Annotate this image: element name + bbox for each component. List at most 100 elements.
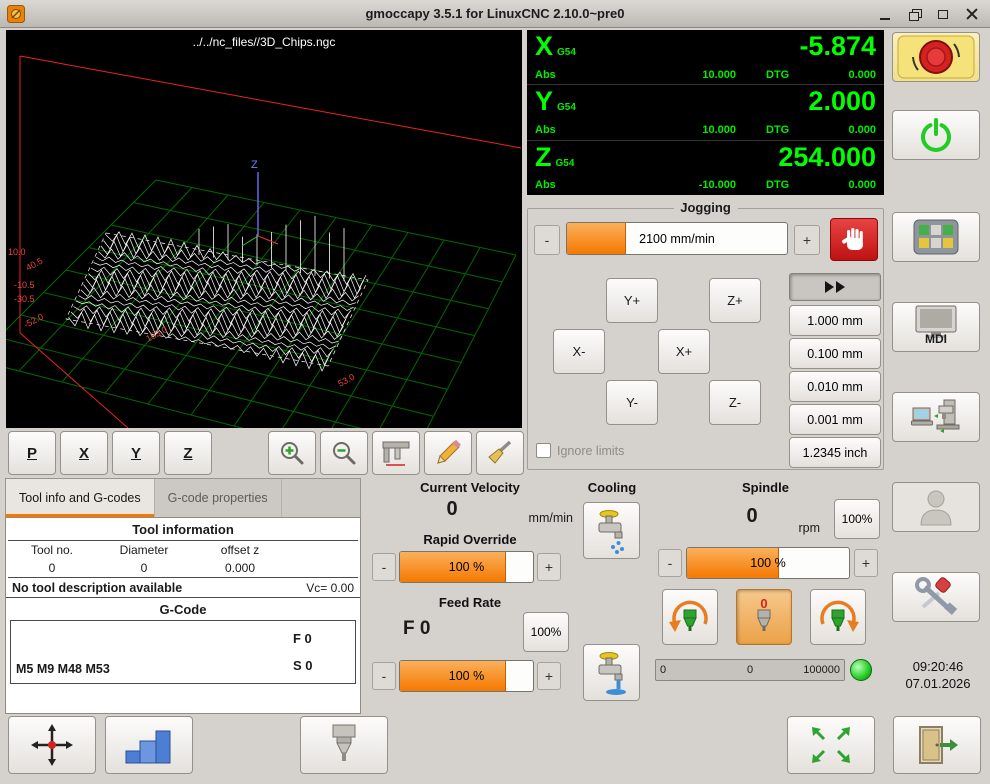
mdi-button[interactable]: MDI (892, 302, 980, 352)
view-z-button[interactable]: Z (164, 431, 212, 475)
jog-z-plus-button[interactable]: Z+ (709, 278, 761, 323)
dro-panel[interactable]: X G54 -5.874 Abs 10.000 DTG 0.000 Y G54 … (527, 30, 884, 195)
pencil-icon (434, 439, 462, 467)
mist-button[interactable] (583, 502, 640, 559)
jog-speed-slider[interactable]: 2100 mm/min (566, 222, 788, 255)
fullscreen-button[interactable] (787, 716, 875, 774)
blocks-icon (124, 723, 174, 767)
machine-icon (911, 398, 961, 436)
axis-tick: 153.0 (144, 324, 169, 343)
jog-increment-1mm-button[interactable]: 1.000 mm (789, 305, 881, 336)
feed-plus-button[interactable]: + (537, 662, 561, 690)
view-y-button[interactable]: Y (112, 431, 160, 475)
tool-dimensions-button[interactable] (372, 431, 420, 475)
active-gcodes: M5 M9 M48 M53 G8 G17 G21 G40 G49 G54 G64… (11, 621, 293, 683)
machine-tooledit-button[interactable] (892, 392, 980, 442)
tool-description-row: No tool description available Vc= 0.00 (6, 578, 360, 598)
jog-speed-plus-button[interactable]: + (794, 225, 820, 255)
estop-button[interactable] (892, 32, 980, 82)
power-icon (914, 113, 958, 157)
estop-icon (897, 35, 975, 79)
spindle-right-button[interactable] (810, 589, 866, 645)
jog-y-minus-button[interactable]: Y- (606, 380, 658, 425)
flood-button[interactable] (583, 644, 640, 701)
tools-icon (913, 577, 959, 617)
rapid-plus-button[interactable]: + (537, 553, 561, 581)
spindle-override-slider[interactable]: 100 % (686, 547, 850, 579)
jog-y-plus-button[interactable]: Y+ (606, 278, 658, 323)
zoom-in-button[interactable] (268, 431, 316, 475)
close-button[interactable] (962, 4, 982, 24)
settings-button[interactable] (892, 572, 980, 622)
jog-increment-001mm-button[interactable]: 0.010 mm (789, 371, 881, 402)
col-offset-z: offset z (192, 543, 288, 557)
jog-increment-inch-button[interactable]: 1.2345 inch (789, 437, 881, 468)
tool-info-panel: Tool info and G-codes G-code properties … (5, 478, 361, 714)
keyboard-jog-button[interactable] (892, 212, 980, 262)
jog-increment-0001mm-button[interactable]: 0.001 mm (789, 404, 881, 435)
exit-door-icon (914, 724, 960, 766)
feed-override-slider[interactable]: 100 % (399, 660, 534, 692)
dro-axis-x[interactable]: X G54 -5.874 Abs 10.000 DTG 0.000 (527, 30, 884, 84)
jog-speed-minus-button[interactable]: - (534, 225, 560, 255)
feed-minus-button[interactable]: - (372, 662, 396, 690)
mist-icon (592, 508, 632, 554)
gremlin-3d-preview[interactable]: Z 10.0 40.5 -10.5 -30.5 -52.0 153.0 53.0… (6, 30, 522, 428)
current-velocity-value: 0 (365, 498, 539, 521)
axis-tick: -30.5 (14, 294, 35, 304)
jog-continuous-button[interactable] (789, 273, 881, 301)
abs-value: -10.000 (595, 179, 766, 191)
touch-off-button[interactable] (8, 716, 96, 774)
view-toolbar: P X Y Z (6, 430, 522, 476)
jog-increment-01mm-button[interactable]: 0.100 mm (789, 338, 881, 369)
view-perspective-button[interactable]: P (8, 431, 56, 475)
spindle-rpm-value: 0 (707, 505, 797, 528)
rapid-override-slider[interactable]: 100 % (399, 551, 534, 583)
clear-plot-button[interactable] (476, 431, 524, 475)
ignore-limits-checkbox[interactable]: Ignore limits (536, 443, 624, 458)
view-x-button[interactable]: X (60, 431, 108, 475)
tool-change-button[interactable] (300, 716, 388, 774)
jog-x-plus-button[interactable]: X+ (658, 329, 710, 374)
block-height-button[interactable] (105, 716, 193, 774)
user-button[interactable] (892, 482, 980, 532)
spindle-stop-button[interactable]: 0 (736, 589, 792, 645)
rapid-override-value: 100 % (400, 552, 533, 582)
spindle-reset-100-button[interactable]: 100% (834, 499, 880, 539)
expand-icon (808, 724, 854, 766)
jog-turbo-toggle-button[interactable] (830, 218, 878, 261)
maximize-button[interactable] (933, 4, 953, 24)
view-y-label: Y (131, 445, 141, 462)
dro-axis-z[interactable]: Z G54 254.000 Abs -10.000 DTG 0.000 (527, 140, 884, 195)
col-diameter: Diameter (96, 543, 192, 557)
titlebar[interactable]: gmoccapy 3.5.1 for LinuxCNC 2.10.0~pre0 (0, 0, 990, 28)
jog-z-minus-button[interactable]: Z- (709, 380, 761, 425)
dtg-value: 0.000 (808, 69, 876, 81)
dro-axis-y[interactable]: Y G54 2.000 Abs 10.000 DTG 0.000 (527, 84, 884, 139)
diameter-value: 0 (96, 561, 192, 575)
exit-button[interactable] (893, 716, 981, 774)
edit-offsets-button[interactable] (424, 431, 472, 475)
minimize-button[interactable] (875, 4, 895, 24)
spindle-minus-button[interactable]: - (658, 549, 682, 577)
tool-info-content: Tool information Tool no. Diameter offse… (5, 518, 361, 714)
spindle-plus-button[interactable]: + (854, 549, 878, 577)
bar-value: 0 (747, 660, 753, 680)
window-title: gmoccapy 3.5.1 for LinuxCNC 2.10.0~pre0 (0, 0, 990, 28)
rapid-minus-button[interactable]: - (372, 553, 396, 581)
bottom-toolbar (0, 714, 990, 780)
mdi-label: MDI (893, 332, 979, 346)
gmoccapy-window: { "window": { "title": "gmoccapy 3.5.1 f… (0, 0, 990, 784)
jog-speed-value: 2100 mm/min (567, 223, 787, 254)
restore-button[interactable] (904, 4, 924, 24)
spindle-left-button[interactable] (662, 589, 718, 645)
clock: 09:20:46 07.01.2026 (890, 658, 986, 692)
tab-tool-info-gcodes[interactable]: Tool info and G-codes (6, 479, 155, 517)
tab-gcode-properties[interactable]: G-code properties (155, 479, 282, 517)
power-button[interactable] (892, 110, 980, 160)
jog-x-minus-button[interactable]: X- (553, 329, 605, 374)
view-p-label: P (27, 445, 37, 462)
zoom-out-button[interactable] (320, 431, 368, 475)
feed-reset-100-button[interactable]: 100% (523, 612, 569, 652)
axis-tick: 40.5 (24, 256, 44, 273)
